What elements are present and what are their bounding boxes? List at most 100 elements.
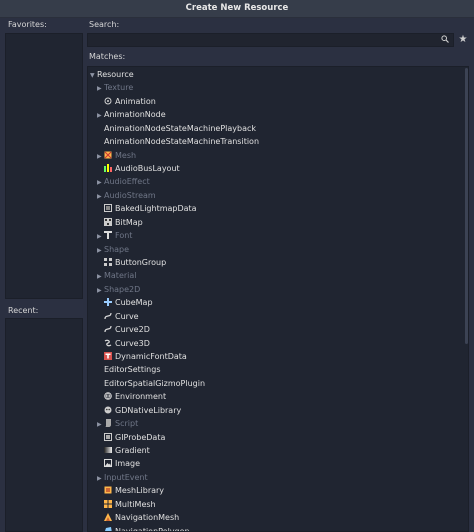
tree-item-animationnodestatemachinetransition[interactable]: AnimationNodeStateMachineTransition [97,135,259,148]
expand-arrow-icon[interactable]: ▶ [97,230,102,243]
tree-item-script[interactable]: ▶ Script [97,417,138,430]
tree-item-label: MultiMesh [115,499,156,509]
tree-item-font[interactable]: ▶ Font [97,229,132,242]
tree-item-label: CubeMap [115,298,153,308]
script-icon [104,418,112,428]
tree-item-gdnativelibrary[interactable]: GDNativeLibrary [97,404,181,417]
tree-item-meshlibrary[interactable]: MeshLibrary [97,484,164,497]
tree-item-buttongroup[interactable]: ButtonGroup [97,256,166,269]
tree-item-bakedlightmapdata[interactable]: BakedLightmapData [97,202,197,215]
tree-item-label: Resource [97,70,134,79]
expand-arrow-icon[interactable]: ▶ [97,150,102,163]
multimesh-icon [104,499,112,508]
search-input[interactable] [88,34,434,46]
tree-item-animationnodestatemachineplayback[interactable]: AnimationNodeStateMachinePlayback [97,122,256,135]
tree-item-gradient[interactable]: Gradient [97,444,150,457]
tree-item-curve2d[interactable]: Curve2D [97,323,150,336]
tree-item-label: EditorSpatialGizmoPlugin [104,378,206,388]
tree-item-label: Image [115,459,141,469]
tree-item-audioeffect[interactable]: ▶ AudioEffect [97,175,150,188]
tree-item-bitmap[interactable]: BitMap [97,216,143,229]
animation-icon [104,96,112,105]
favorite-star-icon[interactable]: ★ [457,34,469,46]
expand-arrow-icon[interactable]: ▶ [97,176,102,189]
button-group-icon [104,257,112,267]
tree-item-resource[interactable]: ▼ Resource [90,68,134,81]
tree-item-curve[interactable]: Curve [97,310,139,323]
tree-item-label: AnimationNodeStateMachinePlayback [104,123,257,133]
tree-item-label: Mesh [115,150,137,160]
matches-tree[interactable]: ▼ Resource ▶ Texture Animation ▶ AnimationNode… [87,66,469,532]
tree-item-label: NavigationPolygon [115,526,190,532]
tree-item-material[interactable]: ▶ Material [97,269,137,282]
expand-arrow-icon[interactable]: ▶ [97,82,102,95]
tree-item-multimesh[interactable]: MultiMesh [97,498,156,511]
tree-item-image[interactable]: Image [97,457,140,470]
tree-scrollbar[interactable] [465,68,468,344]
tree-item-label: GIProbeData [115,432,166,442]
tree-item-label: DynamicFontData [115,352,187,362]
curve-icon [104,311,112,319]
tree-item-label: AnimationNode [104,110,166,120]
tree-item-label: MeshLibrary [115,486,165,496]
tree-item-label: Environment [115,392,167,402]
gdnative-icon [104,405,112,414]
tree-item-label: InputEvent [104,472,148,482]
tree-item-label: Curve2D [115,325,150,335]
tree-item-giprobedata[interactable]: GIProbeData [97,431,165,444]
tree-item-label: Gradient [115,446,150,456]
matches-label: Matches: [89,52,126,61]
favorites-list[interactable] [5,33,83,299]
expand-arrow-icon[interactable]: ▶ [97,472,102,485]
favorites-label: Favorites: [8,20,47,29]
tree-item-label: AudioStream [104,190,156,200]
tree-item-environment[interactable]: Environment [97,390,166,403]
tree-item-label: Shape [104,244,130,254]
tree-item-label: Font [115,231,133,241]
tree-item-cubemap[interactable]: CubeMap [97,296,153,309]
tree-item-navigationpolygon[interactable]: NavigationPolygon [97,525,190,532]
expand-arrow-icon[interactable]: ▶ [97,418,102,431]
tree-item-texture[interactable]: ▶ Texture [97,81,133,94]
tree-item-curve3d[interactable]: Curve3D [97,337,150,350]
collapse-arrow-icon[interactable]: ▼ [90,69,95,82]
tree-item-label: Shape2D [104,284,141,294]
recent-list[interactable] [5,318,83,532]
tree-item-animationnode[interactable]: ▶ AnimationNode [97,108,166,121]
tree-item-shape2d[interactable]: ▶ Shape2D [97,283,140,296]
expand-arrow-icon[interactable]: ▶ [97,284,102,297]
tree-item-editorsettings[interactable]: EditorSettings [97,363,161,376]
tree-item-navigationmesh[interactable]: NavigationMesh [97,511,179,524]
font-data-icon [104,351,112,361]
search-icon[interactable] [441,35,449,45]
tree-item-shape[interactable]: ▶ Shape [97,243,129,256]
expand-arrow-icon[interactable]: ▶ [97,270,102,283]
mesh-icon [104,150,112,159]
curve2d-icon [104,324,112,333]
environment-icon [104,391,112,401]
curve3d-icon [104,338,112,346]
tree-item-label: Texture [104,83,134,93]
expand-arrow-icon[interactable]: ▶ [97,109,102,122]
tree-item-label: BitMap [115,217,143,227]
tree-item-label: Curve [115,311,139,321]
tree-item-animation[interactable]: Animation [97,95,156,108]
giprobe-icon [104,432,112,441]
tree-item-audiostream[interactable]: ▶ AudioStream [97,189,156,202]
audio-bus-icon [104,163,112,172]
search-field[interactable] [87,33,454,47]
tree-item-mesh[interactable]: ▶ Mesh [97,149,136,162]
expand-arrow-icon[interactable]: ▶ [97,190,102,203]
tree-item-audiobuslayout[interactable]: AudioBusLayout [97,162,180,175]
tree-item-label: Curve3D [115,338,150,348]
gradient-icon [104,445,112,454]
tree-item-inputevent[interactable]: ▶ InputEvent [97,471,148,484]
tree-item-label: NavigationMesh [115,513,180,523]
expand-arrow-icon[interactable]: ▶ [97,244,102,257]
tree-item-dynamicfontdata[interactable]: DynamicFontData [97,350,187,363]
tree-item-label: GDNativeLibrary [115,405,182,415]
tree-item-label: Animation [115,96,156,106]
cubemap-icon [104,297,112,307]
navmesh-icon [104,512,112,522]
tree-item-editorspatialgizmoplugin[interactable]: EditorSpatialGizmoPlugin [97,377,205,390]
